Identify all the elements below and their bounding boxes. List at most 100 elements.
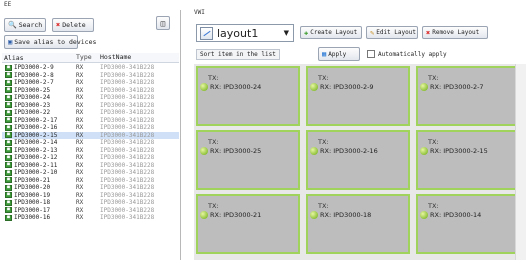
receiver-icon: ■ [5,207,12,214]
vertical-scrollbar[interactable] [515,64,526,260]
video-wall-tile[interactable]: TX: RX: IPD3000-2-16 [306,130,410,190]
table-row[interactable]: ■ IPD3000-18 RX IPD3000-341B228 [2,199,179,207]
table-row[interactable]: ■ IPD3000-2-11 RX IPD3000-341B228 [2,162,179,170]
row-hostname: IPD3000-341B228 [100,79,155,87]
table-row[interactable]: ■ IPD3000-2-8 RX IPD3000-341B228 [2,72,179,80]
row-alias-cell: ■ IPD3000-2-11 [2,162,76,169]
video-wall-tile[interactable]: TX: RX: IPD3000-14 [416,194,520,254]
auto-apply-label: Automatically apply [378,50,447,58]
table-row[interactable]: ■ IPD3000-23 RX IPD3000-341B228 [2,102,179,110]
device-list-panel: 🔍 Search ✖ Delete ◫ ▣ Save alias to devi… [0,10,181,260]
table-row[interactable]: ■ IPD3000-22 RX IPD3000-341B228 [2,109,179,117]
save-alias-button[interactable]: ▣ Save alias to devices [4,35,96,49]
row-alias: IPD3000-24 [14,94,51,102]
row-type: RX [76,176,84,184]
delete-button[interactable]: ✖ Delete [52,18,94,32]
delete-icon: ✖ [56,21,61,29]
remove-layout-button[interactable]: ✖ Remove Layout [422,26,488,39]
row-type: RX [76,161,84,169]
row-alias: IPD3000-25 [14,86,51,94]
video-wall-tile[interactable]: TX: RX: IPD3000-25 [196,130,300,190]
receiver-icon: ■ [5,124,12,131]
checkbox-box[interactable] [367,50,375,58]
row-type: RX [76,154,84,162]
table-row[interactable]: ■ IPD3000-2-15 RX IPD3000-341B228 [2,131,179,139]
row-hostname: IPD3000-341B228 [100,176,155,184]
column-header-hostname[interactable]: HostName [100,53,179,62]
status-dot-icon [310,83,318,91]
layout-select[interactable]: layout1 ▼ [196,24,294,42]
video-wall-tile[interactable]: TX: RX: IPD3000-2-7 [416,66,520,126]
pencil-icon: ✎ [370,28,375,37]
video-wall-tile[interactable]: TX: RX: IPD3000-2-9 [306,66,410,126]
table-row[interactable]: ■ IPD3000-2-16 RX IPD3000-341B228 [2,124,179,132]
table-row[interactable]: ■ IPD3000-2-13 RX IPD3000-341B228 [2,147,179,155]
tile-tx-label: TX: [318,202,329,210]
table-row[interactable]: ■ IPD3000-19 RX IPD3000-341B228 [2,192,179,200]
row-alias: IPD3000-2-7 [14,79,54,87]
row-type: RX [76,64,84,72]
column-header-type[interactable]: Type [76,53,100,62]
receiver-icon: ■ [5,139,12,146]
row-alias-cell: ■ IPD3000-18 [2,199,76,206]
row-alias: IPD3000-2-8 [14,71,54,79]
apply-button[interactable]: ▦ Apply [318,47,360,61]
row-hostname: IPD3000-341B228 [100,131,155,139]
left-panel-title: EE [4,1,12,8]
tile-rx: RX: IPD3000-2-16 [310,147,378,155]
auto-apply-checkbox[interactable]: Automatically apply [367,50,447,58]
row-type: RX [76,116,84,124]
row-alias-cell: ■ IPD3000-2-17 [2,117,76,124]
row-alias: IPD3000-20 [14,184,51,192]
receiver-icon: ■ [5,79,12,86]
row-alias: IPD3000-18 [14,199,51,207]
receiver-icon: ■ [5,109,12,116]
table-row[interactable]: ■ IPD3000-2-9 RX IPD3000-341B228 [2,64,179,72]
row-alias-cell: ■ IPD3000-20 [2,184,76,191]
remove-layout-label: Remove Layout [432,29,480,36]
video-wall-tile[interactable]: TX: RX: IPD3000-24 [196,66,300,126]
row-hostname: IPD3000-341B228 [100,184,155,192]
copy-button[interactable]: ◫ [156,16,170,30]
row-type: RX [76,94,84,102]
table-row[interactable]: ■ IPD3000-25 RX IPD3000-341B228 [2,87,179,95]
edit-layout-button[interactable]: ✎ Edit Layout [366,26,418,39]
floppy-disk-icon: ▣ [8,38,13,46]
row-alias-cell: ■ IPD3000-17 [2,207,76,214]
tile-tx-label: TX: [428,202,439,210]
table-row[interactable]: ■ IPD3000-17 RX IPD3000-341B228 [2,207,179,215]
receiver-icon: ■ [5,184,12,191]
row-alias: IPD3000-19 [14,191,51,199]
row-alias-cell: ■ IPD3000-2-7 [2,79,76,86]
row-alias: IPD3000-2-16 [14,124,58,132]
device-table-header: Alias Type HostName [2,53,179,63]
video-wall-tile[interactable]: TX: RX: IPD3000-21 [196,194,300,254]
video-wall-tile[interactable]: TX: RX: IPD3000-2-15 [416,130,520,190]
table-row[interactable]: ■ IPD3000-2-14 RX IPD3000-341B228 [2,139,179,147]
receiver-icon: ■ [5,162,12,169]
row-type: RX [76,131,84,139]
create-layout-button[interactable]: ✚ Create Layout [300,26,362,39]
column-header-alias[interactable]: Alias [2,53,76,62]
row-alias-cell: ■ IPD3000-2-10 [2,169,76,176]
row-hostname: IPD3000-341B228 [100,169,155,177]
tile-rx: RX: IPD3000-14 [420,211,481,219]
table-row[interactable]: ■ IPD3000-24 RX IPD3000-341B228 [2,94,179,102]
tile-rx-label: RX: IPD3000-2-15 [430,147,488,155]
receiver-icon: ■ [5,147,12,154]
table-row[interactable]: ■ IPD3000-16 RX IPD3000-341B228 [2,214,179,222]
table-row[interactable]: ■ IPD3000-2-7 RX IPD3000-341B228 [2,79,179,87]
receiver-icon: ■ [5,199,12,206]
search-button[interactable]: 🔍 Search [4,18,46,32]
table-row[interactable]: ■ IPD3000-21 RX IPD3000-341B228 [2,177,179,185]
row-hostname: IPD3000-341B228 [100,214,155,222]
video-wall-tile[interactable]: TX: RX: IPD3000-18 [306,194,410,254]
tile-rx-label: RX: IPD3000-21 [210,211,262,219]
tile-rx: RX: IPD3000-25 [200,147,261,155]
edit-layout-label: Edit Layout [376,29,416,36]
table-row[interactable]: ■ IPD3000-2-12 RX IPD3000-341B228 [2,154,179,162]
row-alias-cell: ■ IPD3000-2-8 [2,72,76,79]
table-row[interactable]: ■ IPD3000-2-10 RX IPD3000-341B228 [2,169,179,177]
table-row[interactable]: ■ IPD3000-20 RX IPD3000-341B228 [2,184,179,192]
table-row[interactable]: ■ IPD3000-2-17 RX IPD3000-341B228 [2,117,179,125]
